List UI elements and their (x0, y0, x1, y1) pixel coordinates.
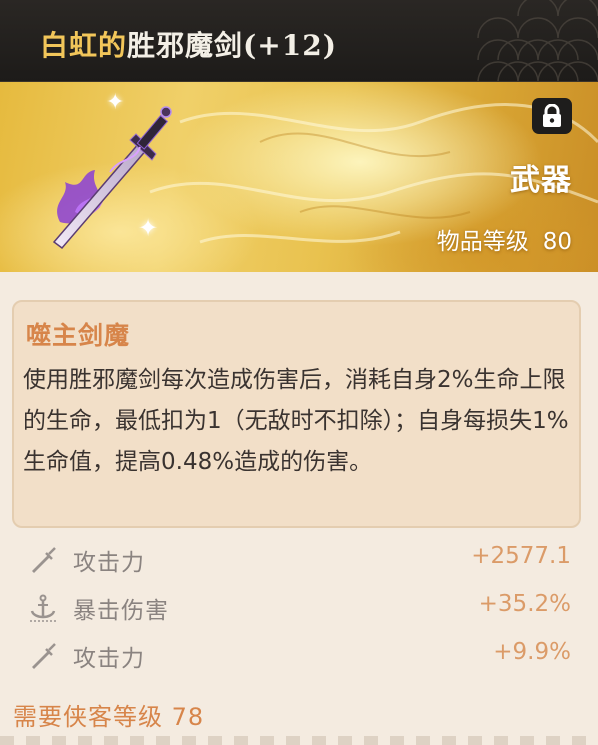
item-title: 白虹的胜邪魔剑(+12) (40, 28, 337, 64)
stat-value: +35.2% (478, 591, 571, 617)
level-requirement: 需要侠客等级 78 (13, 703, 205, 731)
skill-name: 噬主剑魔 (26, 321, 131, 350)
sword-icon (32, 643, 56, 669)
truncated-text-fragment (0, 736, 598, 745)
item-title-bar: 白虹的胜邪魔剑(+12) (0, 0, 598, 82)
item-title-name: 胜邪魔剑(+12) (127, 29, 337, 62)
stat-name: 暴击伤害 (73, 598, 169, 624)
stat-name: 攻击力 (73, 550, 145, 576)
stat-name: 攻击力 (73, 646, 145, 672)
stat-value: +9.9% (493, 639, 571, 665)
item-level-label: 物品等级 (436, 229, 529, 255)
skill-description: 使用胜邪魔剑每次造成伤害后，消耗自身2%生命上限的生命，最低扣为1（无敌时不扣除… (23, 367, 569, 475)
anchor-icon (30, 594, 56, 622)
stat-value: +2577.1 (471, 543, 571, 569)
item-banner: ✦ ✦ 武器 物品等级 80 (0, 82, 598, 272)
sword-artwork-icon (52, 106, 172, 250)
wave-pattern-decoration (477, 0, 598, 81)
item-title-prefix: 白虹的 (40, 29, 128, 62)
item-level-value: 80 (542, 229, 572, 255)
stat-list: 攻击力 +2577.1 暴击伤害 +35.2% 攻击力 +9.9% (0, 536, 598, 680)
stat-row: 暴击伤害 +35.2% (0, 584, 598, 632)
skill-description-box: 噬主剑魔 使用胜邪魔剑每次造成伤害后，消耗自身2%生命上限的生命，最低扣为1（无… (12, 300, 581, 528)
lock-button[interactable] (532, 98, 572, 134)
item-category: 武器 (510, 163, 572, 198)
item-level: 物品等级 80 (437, 222, 572, 256)
stat-row: 攻击力 +2577.1 (0, 536, 598, 584)
sword-icon (32, 547, 56, 573)
stat-row: 攻击力 +9.9% (0, 632, 598, 680)
lock-icon (543, 104, 561, 127)
